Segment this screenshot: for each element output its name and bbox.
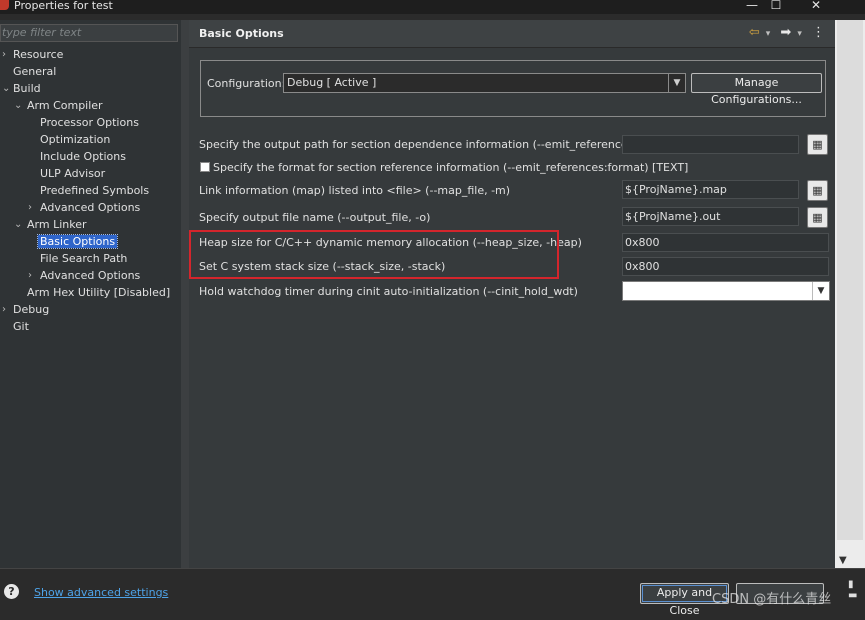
vertical-scrollbar[interactable]: ▼ [835, 20, 865, 568]
filter-input[interactable]: type filter text [0, 24, 178, 42]
expand-icon[interactable]: › [28, 268, 32, 284]
chevron-down-icon[interactable]: ▾ [766, 29, 771, 39]
output-file-field[interactable]: ${ProjName}.out [622, 207, 799, 226]
help-icon[interactable]: ? [4, 584, 19, 599]
scroll-down-arrow-icon[interactable]: ▼ [839, 555, 847, 566]
emit-references-field[interactable] [622, 135, 799, 154]
manage-configurations-button[interactable]: Manage Configurations... [691, 73, 822, 106]
title-bar: Properties for test — ☐ ✕ [0, 0, 865, 14]
highlight-annotation [189, 230, 559, 279]
collapse-icon[interactable]: ⌄ [14, 217, 22, 233]
configuration-select[interactable]: Debug [ Active ] ▼ [283, 73, 686, 93]
main-panel: Basic Options ⇦ ▾ ➡ ▾ ⋮ Configuration: Deb… [189, 20, 835, 568]
tree-item-ulp-advisor[interactable]: ULP Advisor [40, 166, 105, 182]
tree-item-file-search-path[interactable]: File Search Path [40, 251, 127, 267]
heap-size-field[interactable]: 0x800 [622, 233, 829, 252]
tree-item-compiler-advanced-options[interactable]: › Advanced Options [28, 200, 140, 216]
tree-item-resource[interactable]: › Resource [2, 47, 63, 63]
nav-toolbar: ⇦ ▾ ➡ ▾ ⋮ [743, 25, 825, 40]
show-advanced-settings-link[interactable]: Show advanced settings [34, 586, 168, 599]
output-file-label: Specify output file name (--output_file,… [199, 211, 431, 224]
expand-icon[interactable]: › [2, 302, 6, 318]
chevron-down-icon[interactable]: ▼ [812, 282, 829, 300]
tree-item-debug[interactable]: › Debug [2, 302, 49, 318]
map-file-label: Link information (map) listed into <file… [199, 184, 511, 197]
format-checkbox[interactable] [200, 162, 210, 172]
tree-item-processor-options[interactable]: Processor Options [40, 115, 139, 131]
collapse-icon[interactable]: ⌄ [14, 98, 22, 114]
back-arrow-icon[interactable]: ⇦ [749, 25, 760, 40]
configuration-value: Debug [ Active ] [287, 76, 377, 89]
maximize-button[interactable]: ☐ [759, 0, 793, 14]
tree-item-optimization[interactable]: Optimization [40, 132, 110, 148]
app-icon [0, 0, 9, 10]
tree-item-arm-compiler[interactable]: ⌄ Arm Compiler [14, 98, 103, 114]
chevron-down-icon[interactable]: ▼ [668, 74, 685, 92]
tree-item-git[interactable]: Git [2, 319, 29, 335]
page-header: Basic Options ⇦ ▾ ➡ ▾ ⋮ [189, 20, 835, 48]
collapse-icon[interactable]: ⌄ [2, 81, 10, 97]
format-label: Specify the format for section reference… [213, 161, 689, 174]
resize-grip-icon: ▮ ▬ [848, 579, 858, 601]
configuration-label: Configuration: [207, 77, 286, 90]
map-file-variables-button[interactable]: ▦ [807, 180, 828, 201]
tree-item-linker-advanced-options[interactable]: › Advanced Options [28, 268, 140, 284]
page-title: Basic Options [199, 27, 284, 40]
window-title: Properties for test [14, 0, 113, 12]
variables-icon: ▦ [812, 184, 823, 197]
tree-item-arm-hex-utility[interactable]: Arm Hex Utility [Disabled] [27, 285, 170, 301]
variables-icon: ▦ [812, 138, 823, 151]
panel-splitter[interactable] [181, 20, 189, 568]
emit-references-variables-button[interactable]: ▦ [807, 134, 828, 155]
close-button[interactable]: ✕ [799, 0, 833, 14]
watchdog-label: Hold watchdog timer during cinit auto-in… [199, 285, 578, 298]
scrollbar-thumb[interactable] [837, 20, 863, 540]
sidebar: type filter text › Resource General ⌄ Buil… [0, 20, 181, 568]
map-file-field[interactable]: ${ProjName}.map [622, 180, 799, 199]
tree-item-arm-linker[interactable]: ⌄ Arm Linker [14, 217, 87, 233]
view-menu-icon[interactable]: ⋮ [812, 25, 825, 40]
configuration-group: Configuration: Debug [ Active ] ▼ Manage… [200, 60, 826, 117]
forward-arrow-icon[interactable]: ➡ [780, 25, 791, 40]
dialog-footer: ? Show advanced settings Apply and Close… [0, 568, 865, 617]
tree-item-general[interactable]: General [2, 64, 56, 80]
watermark-text: CSDN @有什么青丝 [712, 592, 832, 607]
variables-icon: ▦ [812, 211, 823, 224]
stack-size-field[interactable]: 0x800 [622, 257, 829, 276]
emit-references-label: Specify the output path for section depe… [199, 138, 659, 151]
output-file-variables-button[interactable]: ▦ [807, 207, 828, 228]
tree-item-include-options[interactable]: Include Options [40, 149, 126, 165]
expand-icon[interactable]: › [28, 200, 32, 216]
tree-item-predefined-symbols[interactable]: Predefined Symbols [40, 183, 149, 199]
tree-item-basic-options[interactable]: Basic Options [36, 234, 119, 250]
watchdog-select[interactable]: ▼ [622, 281, 830, 301]
chevron-down-icon[interactable]: ▾ [797, 29, 802, 39]
tree-item-build[interactable]: ⌄ Build [2, 81, 41, 97]
expand-icon[interactable]: › [2, 47, 6, 63]
